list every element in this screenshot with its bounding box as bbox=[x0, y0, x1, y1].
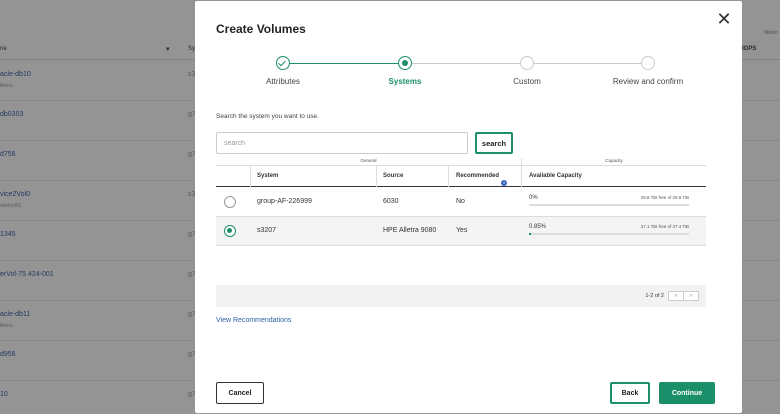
header-recommended-label: Recommended bbox=[456, 173, 500, 179]
source-cell: 6030 bbox=[383, 198, 399, 205]
capacity-bar bbox=[529, 204, 689, 206]
capacity-free-text: 29.6 TiB free of 29.6 TiB bbox=[640, 195, 689, 200]
continue-button[interactable]: Continue bbox=[659, 382, 715, 404]
search-input[interactable] bbox=[216, 132, 468, 154]
header-capacity: Available Capacity bbox=[529, 173, 582, 179]
create-volumes-dialog: Create Volumes ✕ Attributes Systems Cust… bbox=[195, 1, 742, 413]
source-cell: HPE Alletra 9080 bbox=[383, 227, 437, 234]
step-systems-current-icon bbox=[398, 56, 412, 70]
header-system: System bbox=[257, 173, 279, 179]
stepper-line-pending bbox=[534, 63, 647, 64]
pager-prev-icon[interactable]: < bbox=[669, 292, 683, 300]
step-label-custom: Custom bbox=[513, 77, 541, 86]
column-divider bbox=[376, 166, 377, 187]
search-button[interactable]: search bbox=[475, 132, 513, 154]
stepper-line-complete bbox=[290, 63, 402, 64]
group-general-label: General bbox=[360, 158, 377, 163]
table-footer: 1-2 of 2 < > bbox=[216, 285, 706, 307]
capacity-free-text: 37.1 TiB free of 37.4 TiB bbox=[640, 224, 689, 229]
step-review-pending-icon bbox=[641, 56, 655, 70]
view-recommendations-link[interactable]: View Recommendations bbox=[216, 317, 291, 324]
cancel-button[interactable]: Cancel bbox=[216, 382, 264, 404]
header-source: Source bbox=[383, 173, 404, 179]
step-attributes-check-icon bbox=[276, 56, 290, 70]
capacity-bar-fill bbox=[529, 233, 531, 235]
column-divider bbox=[521, 166, 522, 187]
dialog-title: Create Volumes bbox=[216, 22, 306, 36]
pagination-count: 1-2 of 2 bbox=[645, 293, 664, 299]
recommended-cell: Yes bbox=[456, 227, 468, 234]
step-label-review: Review and confirm bbox=[612, 77, 684, 86]
select-system-radio[interactable] bbox=[224, 196, 236, 208]
table-group-header: General Capacity bbox=[216, 156, 706, 168]
recommended-cell: No bbox=[456, 198, 465, 205]
step-label-attributes: Attributes bbox=[266, 77, 300, 86]
select-system-radio[interactable] bbox=[224, 225, 236, 237]
step-custom-pending-icon bbox=[520, 56, 534, 70]
system-cell: s3207 bbox=[257, 227, 277, 234]
search-instructions: Search the system you want to use. bbox=[216, 113, 319, 120]
column-divider bbox=[448, 166, 449, 187]
table-header-row: System Source Recommended i Available Cap… bbox=[216, 166, 706, 187]
table-row[interactable]: group-AF-226999 6030 No 0% 29.6 TiB free of … bbox=[216, 188, 706, 217]
pagination-controls: < > bbox=[668, 291, 699, 301]
header-recommended: Recommended i bbox=[456, 173, 508, 186]
pager-next-icon[interactable]: > bbox=[683, 292, 698, 300]
step-label-systems: Systems bbox=[388, 77, 422, 86]
column-divider bbox=[250, 166, 251, 187]
table-row[interactable]: s3207 HPE Alletra 9080 Yes 0.85% 37.1 TiB fr… bbox=[216, 217, 706, 246]
capacity-bar bbox=[529, 233, 689, 235]
info-icon[interactable]: i bbox=[501, 180, 508, 186]
system-cell: group-AF-226999 bbox=[257, 198, 312, 205]
capacity-percent: 0.85% bbox=[529, 224, 547, 230]
back-button[interactable]: Back bbox=[610, 382, 650, 404]
capacity-percent: 0% bbox=[529, 195, 538, 201]
stepper-line-pending bbox=[412, 63, 526, 64]
close-icon[interactable]: ✕ bbox=[713, 9, 735, 31]
